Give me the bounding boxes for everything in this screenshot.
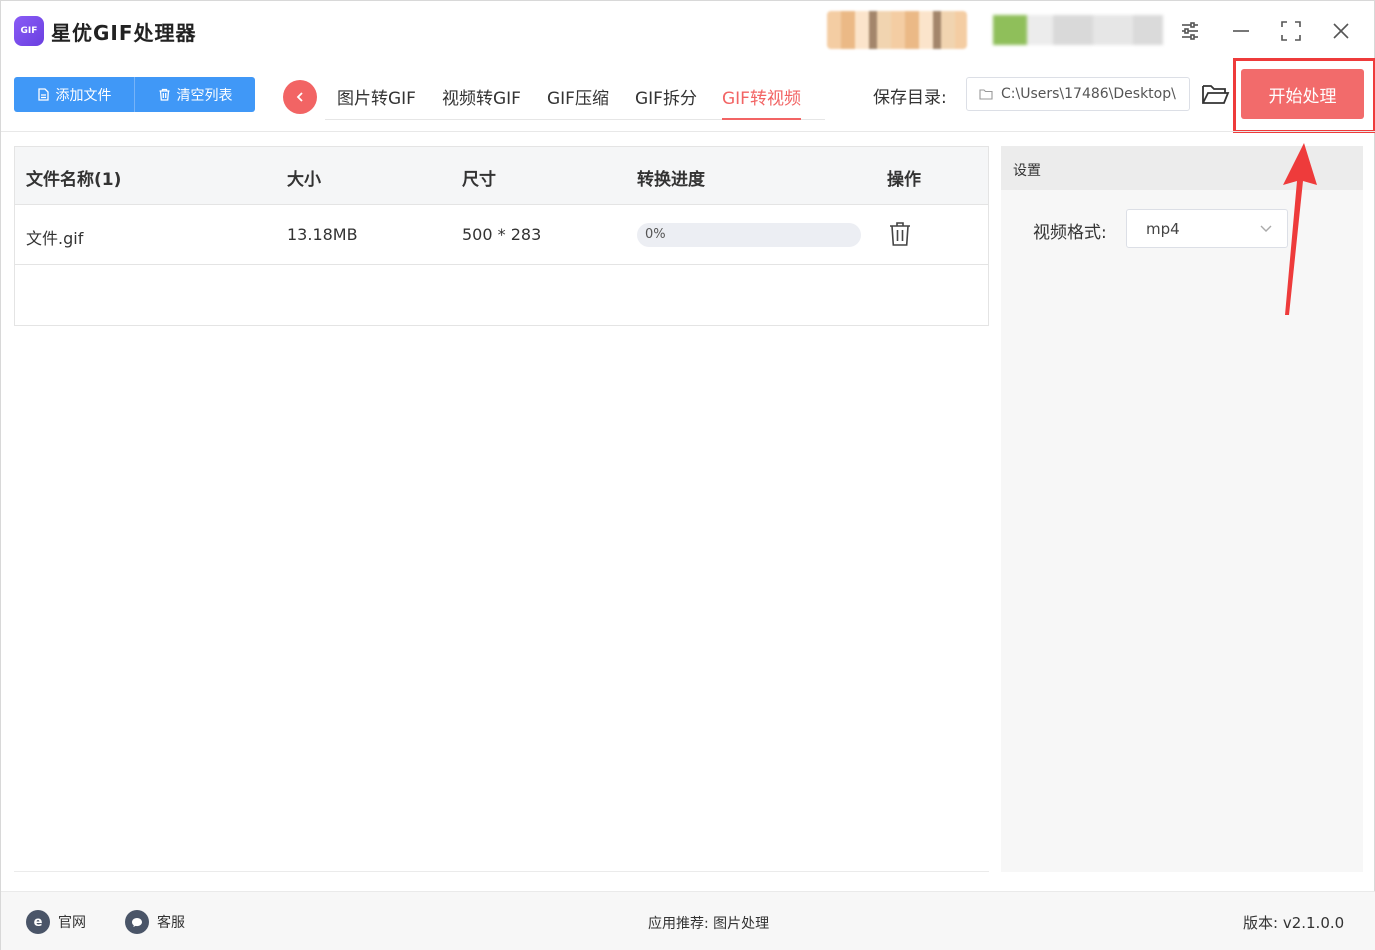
file-size: 13.18MB	[287, 225, 358, 244]
clear-list-label: 清空列表	[176, 87, 233, 104]
video-format-select[interactable]: mp4	[1126, 209, 1288, 248]
tab-bar: 图片转GIF 视频转GIF GIF压缩 GIF拆分 GIF转视频	[325, 76, 825, 120]
version-text: 版本: v2.1.0.0	[1243, 914, 1345, 932]
website-link[interactable]: e 官网	[26, 910, 86, 934]
chat-icon	[125, 910, 149, 934]
service-label: 客服	[157, 915, 185, 931]
user-info[interactable]	[993, 15, 1163, 45]
maximize-icon[interactable]	[1275, 15, 1307, 47]
col-progress-header: 转换进度	[637, 170, 705, 190]
table-header: 文件名称(1) 大小 尺寸 转换进度 操作	[15, 147, 988, 205]
app-logo-icon: GIF	[14, 16, 44, 46]
settings-sliders-icon[interactable]	[1174, 15, 1206, 47]
col-size-header: 大小	[287, 170, 321, 190]
file-dims: 500 * 283	[462, 225, 542, 244]
delete-row-trash-icon[interactable]	[889, 221, 911, 247]
col-name-header: 文件名称(1)	[26, 170, 122, 190]
annotation-arrow	[1283, 143, 1317, 315]
file-table: 文件名称(1) 大小 尺寸 转换进度 操作 文件.gif 13.18MB 500…	[14, 146, 989, 326]
close-icon[interactable]	[1325, 15, 1357, 47]
save-dir-label: 保存目录:	[873, 88, 947, 108]
app-window: GIF 星优GIF处理器 添加文件 清空列表 图片转GIF 视频转GIF GIF…	[0, 0, 1375, 950]
back-button[interactable]	[283, 80, 317, 114]
file-icon	[37, 88, 49, 101]
progress-text: 0%	[645, 227, 666, 242]
file-name: 文件.gif	[26, 229, 84, 248]
file-button-group: 添加文件 清空列表	[14, 77, 255, 112]
save-dir-input[interactable]: C:\Users\17486\Desktop\	[966, 77, 1190, 111]
trash-icon	[159, 88, 169, 101]
toolbar-divider	[1, 131, 1375, 132]
folder-small-icon	[979, 89, 993, 100]
start-process-button[interactable]: 开始处理	[1241, 69, 1364, 119]
minimize-icon[interactable]	[1225, 15, 1257, 47]
ie-icon: e	[26, 910, 50, 934]
website-label: 官网	[58, 915, 86, 931]
save-dir-path: C:\Users\17486\Desktop\	[1001, 86, 1176, 102]
tab-video-to-gif[interactable]: 视频转GIF	[442, 84, 521, 120]
app-title: 星优GIF处理器	[51, 21, 197, 45]
footer: e 官网 客服 应用推荐: 图片处理 版本: v2.1.0.0	[1, 891, 1375, 950]
add-file-label: 添加文件	[55, 87, 112, 104]
video-format-value: mp4	[1146, 220, 1180, 238]
tab-gif-split[interactable]: GIF拆分	[635, 84, 697, 120]
video-format-label: 视频格式:	[1033, 223, 1107, 243]
table-row[interactable]: 文件.gif 13.18MB 500 * 283 0%	[15, 205, 988, 265]
app-recommend-link[interactable]: 应用推荐: 图片处理	[648, 913, 769, 933]
col-action-header: 操作	[887, 170, 921, 190]
tab-image-to-gif[interactable]: 图片转GIF	[337, 84, 416, 120]
clear-list-button[interactable]: 清空列表	[134, 77, 255, 112]
user-avatar[interactable]	[827, 11, 967, 49]
back-icon	[296, 92, 303, 102]
progress-bar: 0%	[637, 223, 861, 247]
content-divider	[14, 871, 989, 872]
folder-icon[interactable]	[1200, 81, 1230, 109]
service-link[interactable]: 客服	[125, 910, 185, 934]
tab-gif-to-video[interactable]: GIF转视频	[722, 84, 801, 120]
tab-gif-compress[interactable]: GIF压缩	[547, 84, 609, 120]
add-file-button[interactable]: 添加文件	[14, 77, 134, 112]
title-bar: GIF 星优GIF处理器	[1, 1, 1375, 61]
col-dims-header: 尺寸	[462, 170, 496, 190]
